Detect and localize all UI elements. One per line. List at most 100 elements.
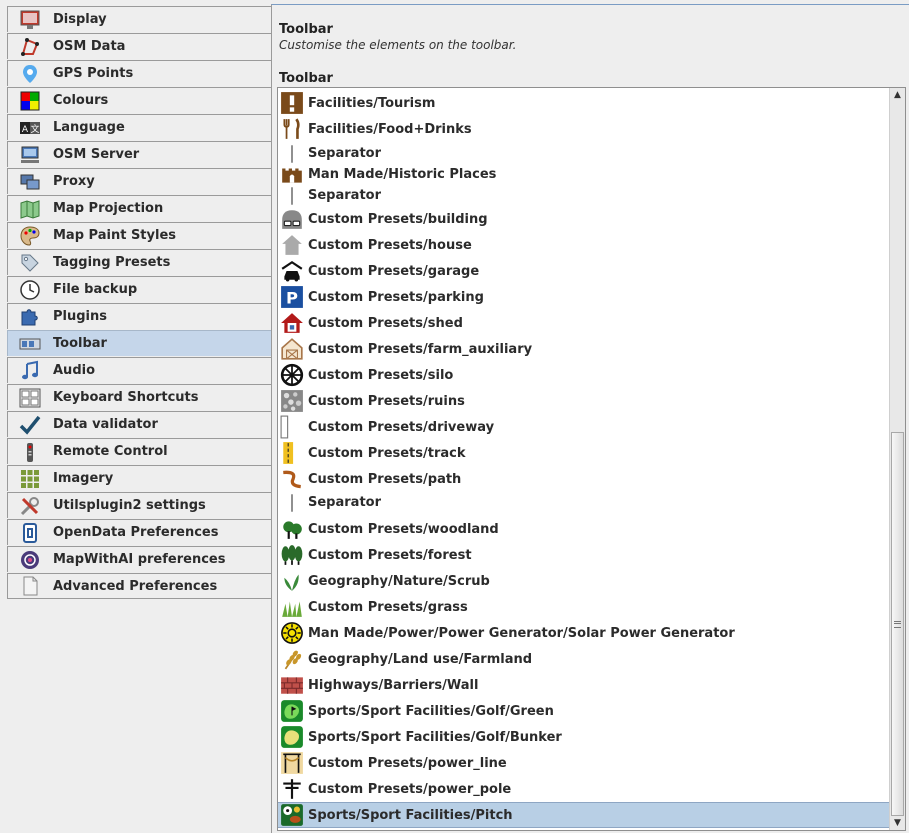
nav-item-gps-points[interactable]: GPS Points [7,60,271,86]
toolbar-action-row[interactable]: Custom Presets/grass [278,594,890,620]
toolbar-action-label: Separator [308,146,381,161]
toolbar-action-row[interactable]: Custom Presets/forest [278,542,890,568]
toolbar-icon [19,333,41,355]
tools-icon [19,495,41,517]
nav-item-file-backup[interactable]: File backup [7,276,271,302]
preferences-tab-list: Display OSM Data GPS Points Colours A 文 Langua… [0,0,272,833]
toolbar-action-row[interactable]: Custom Presets/power_line [278,750,890,776]
brick-wall-icon [280,673,304,697]
nav-item-osm-server[interactable]: OSM Server [7,141,271,167]
nav-item-label: Remote Control [53,444,168,459]
nav-item-plugins[interactable]: Plugins [7,303,271,329]
silo-icon [280,363,304,387]
clock-icon [19,279,41,301]
house-icon [280,233,304,257]
proxy-icon [19,171,41,193]
toolbar-separator-row[interactable]: Separator [278,185,890,206]
toolbar-action-row[interactable]: Man Made/Historic Places [278,164,890,185]
toolbar-action-row[interactable]: Custom Presets/garage [278,258,890,284]
nav-item-tagging-presets[interactable]: Tagging Presets [7,249,271,275]
toolbar-action-label: Custom Presets/woodland [308,521,499,537]
toolbar-action-row[interactable]: Custom Presets/ruins [278,388,890,414]
toolbar-action-row[interactable]: Custom Presets/path [278,466,890,492]
toolbar-action-row[interactable]: Sports/Sport Facilities/Golf/Bunker [278,724,890,750]
toolbar-action-row[interactable]: Custom Presets/building [278,206,890,232]
nav-item-proxy[interactable]: Proxy [7,168,271,194]
nav-item-imagery[interactable]: Imagery [7,465,271,491]
toolbar-action-label: Highways/Barriers/Wall [308,677,479,693]
nav-item-osm-data[interactable]: OSM Data [7,33,271,59]
map-projection-icon [19,198,41,220]
nav-item-map-paint-styles[interactable]: Map Paint Styles [7,222,271,248]
sun-icon [280,621,304,645]
golf-bunker-icon [280,725,304,749]
toolbar-action-label: Custom Presets/grass [308,599,468,615]
osm-data-icon [19,36,41,58]
server-icon [19,144,41,166]
nav-item-language[interactable]: A 文 Language [7,114,271,140]
toolbar-action-row[interactable]: Facilities/Food+Drinks [278,116,890,142]
toolbar-action-row[interactable]: Geography/Land use/Farmland [278,646,890,672]
toolbar-action-label: Custom Presets/power_line [308,755,507,771]
toolbar-action-row[interactable]: Custom Presets/track [278,440,890,466]
tag-icon [19,252,41,274]
svg-text:P: P [286,289,298,308]
nav-item-label: File backup [53,282,138,297]
nav-item-data-validator[interactable]: Data validator [7,411,271,437]
scroll-down-arrow-icon[interactable]: ▼ [890,816,905,830]
nav-item-colours[interactable]: Colours [7,87,271,113]
toolbar-action-label: Separator [308,495,381,510]
toolbar-separator-row[interactable]: Separator [278,492,890,513]
nav-item-display[interactable]: Display [7,6,271,32]
document-icon [19,575,41,597]
toolbar-settings-panel: Toolbar Customise the elements on the to… [271,4,909,833]
separator-icon [280,184,304,208]
nav-item-label: Proxy [53,174,95,189]
toolbar-action-label: Man Made/Power/Power Generator/Solar Pow… [308,625,735,641]
golf-green-icon [280,699,304,723]
toolbar-action-row[interactable]: Custom Presets/farm_auxiliary [278,336,890,362]
toolbar-action-label: Separator [308,188,381,203]
toolbar-action-row[interactable]: Geography/Nature/Scrub [278,568,890,594]
nav-item-label: Audio [53,363,96,378]
toolbar-actions-list[interactable]: Facilities/Tourism Facilities/Food+Drinks… [277,87,906,831]
nav-item-mapwithai-preferences[interactable]: MapWithAI preferences [7,546,271,572]
toolbar-action-row[interactable]: Custom Presets/power_pole [278,776,890,802]
building-icon [280,207,304,231]
nav-item-label: Map Paint Styles [53,228,177,243]
toolbar-action-row[interactable]: Sports/Sport Facilities/Pitch [278,802,890,828]
nav-item-advanced-preferences[interactable]: Advanced Preferences [7,573,271,599]
toolbar-action-label: Facilities/Tourism [308,95,436,111]
toolbar-action-row[interactable]: Highways/Barriers/Wall [278,672,890,698]
svg-text:A: A [22,125,29,135]
toolbar-action-row[interactable]: Custom Presets/shed [278,310,890,336]
toolbar-action-row[interactable]: Man Made/Power/Power Generator/Solar Pow… [278,620,890,646]
toolbar-action-row[interactable]: Custom Presets/silo [278,362,890,388]
toolbar-action-row[interactable]: Custom Presets/driveway [278,414,890,440]
vertical-scrollbar[interactable]: ▲ ▼ [889,88,905,830]
nav-item-utilsplugin2-settings[interactable]: Utilsplugin2 settings [7,492,271,518]
toolbar-action-label: Facilities/Food+Drinks [308,121,472,137]
toolbar-action-row[interactable]: Custom Presets/house [278,232,890,258]
toolbar-action-label: Sports/Sport Facilities/Golf/Green [308,703,554,719]
power-pole-icon [280,777,304,801]
fork-knife-icon [280,117,304,141]
nav-item-opendata-preferences[interactable]: OpenData Preferences [7,519,271,545]
nav-item-remote-control[interactable]: Remote Control [7,438,271,464]
toolbar-action-row[interactable]: Sports/Sport Facilities/Golf/Green [278,698,890,724]
nav-item-audio[interactable]: Audio [7,357,271,383]
woodland-icon [280,517,304,541]
nav-item-map-projection[interactable]: Map Projection [7,195,271,221]
nav-item-toolbar[interactable]: Toolbar [7,330,271,356]
power-line-icon [280,751,304,775]
toolbar-action-row[interactable]: P Custom Presets/parking [278,284,890,310]
puzzle-icon [19,306,41,328]
toolbar-action-row[interactable]: Facilities/Tourism [278,90,890,116]
nav-item-label: Advanced Preferences [53,578,218,594]
scroll-up-arrow-icon[interactable]: ▲ [890,88,905,102]
toolbar-action-row[interactable]: Custom Presets/woodland [278,516,890,542]
nav-item-keyboard-shortcuts[interactable]: Keyboard Shortcuts [7,384,271,410]
toolbar-list-heading: Toolbar [279,71,333,86]
scrollbar-thumb[interactable] [891,432,904,816]
toolbar-separator-row[interactable]: Separator [278,143,890,164]
